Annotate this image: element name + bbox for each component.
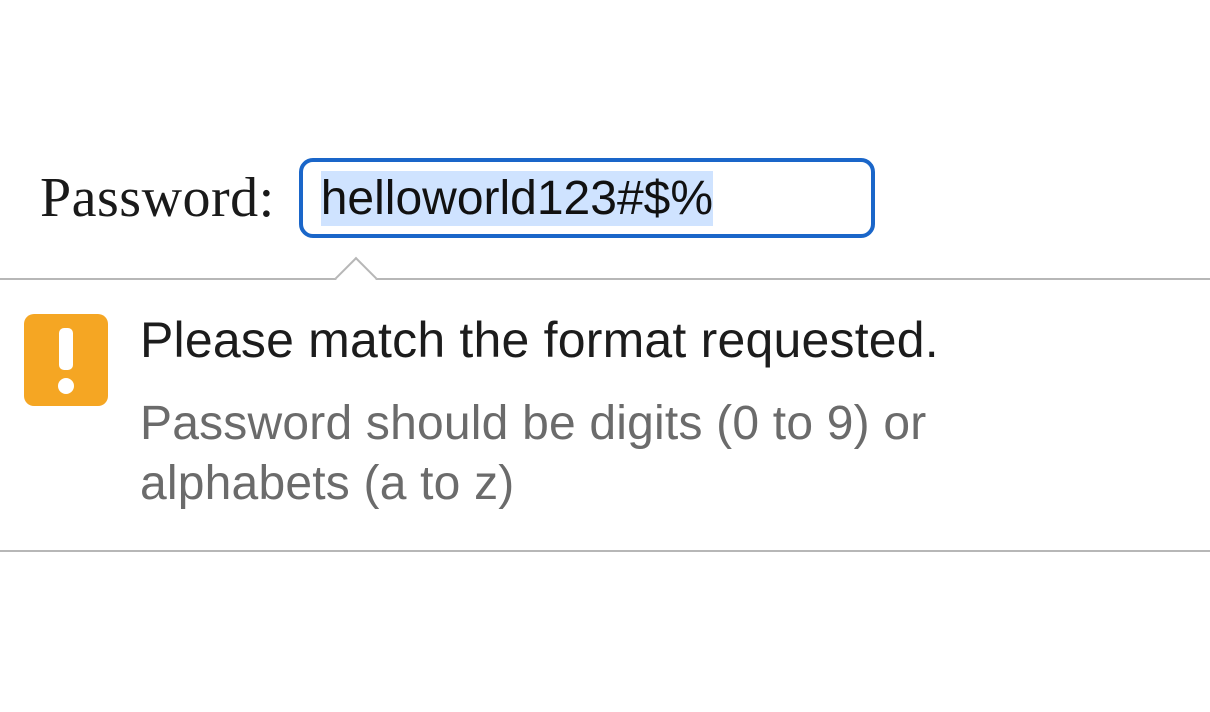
password-input-wrap bbox=[299, 158, 875, 238]
password-input[interactable] bbox=[299, 158, 875, 238]
warning-icon bbox=[24, 314, 108, 406]
validation-text: Please match the format requested. Passw… bbox=[140, 310, 1180, 514]
page-root: Password: Please match the format reques… bbox=[0, 0, 1210, 712]
validation-title: Please match the format requested. bbox=[140, 310, 1180, 370]
validation-tooltip: Please match the format requested. Passw… bbox=[0, 278, 1210, 552]
password-field-row: Password: bbox=[40, 158, 875, 238]
password-label: Password: bbox=[40, 166, 275, 230]
validation-description: Password should be digits (0 to 9) or al… bbox=[140, 394, 1120, 514]
tooltip-arrow bbox=[335, 257, 377, 299]
